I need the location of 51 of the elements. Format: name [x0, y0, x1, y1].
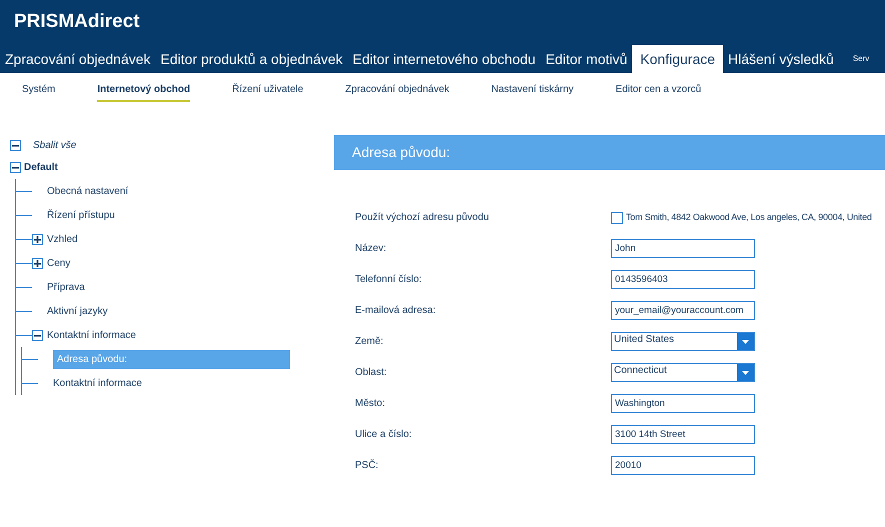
tree-item[interactable]: Aktivní jazyky: [47, 304, 108, 318]
caret-icon: [737, 364, 754, 381]
sub-tab[interactable]: Editor cen a vzorců: [616, 82, 702, 102]
checkbox[interactable]: [611, 212, 623, 224]
tree-item[interactable]: Vzhled: [47, 232, 78, 246]
input-field[interactable]: your_email@youraccount.com: [611, 301, 755, 320]
nav-tab[interactable]: Editor internetového obchodu: [348, 45, 541, 73]
field-label: Země:: [355, 335, 384, 349]
nav-tab[interactable]: Zpracování objednávek: [0, 45, 156, 73]
field-label: Oblast:: [355, 366, 388, 380]
nav-tab[interactable]: Editor produktů a objednávek: [156, 45, 348, 73]
expand-icon[interactable]: [32, 258, 43, 268]
field-label: PSČ:: [355, 458, 380, 473]
sub-tab[interactable]: Řízení uživatele: [232, 82, 304, 102]
collapse-icon[interactable]: [32, 330, 43, 340]
input-field[interactable]: 3100 14th Street: [611, 425, 755, 444]
nav-tab[interactable]: Editor motivů: [540, 45, 632, 73]
field-label: Použít výchozí adresu původu: [355, 211, 490, 225]
field-label: E-mailová adresa:: [355, 304, 437, 318]
tree-item[interactable]: Ceny: [47, 256, 70, 270]
dropdown[interactable]: United States: [611, 332, 755, 351]
tree-item[interactable]: Řízení přístupu: [47, 208, 115, 222]
nav-tab[interactable]: Serv: [838, 45, 872, 73]
collapse-icon[interactable]: [10, 162, 21, 172]
input-field[interactable]: John: [611, 239, 755, 258]
tree-item[interactable]: Kontaktní informace: [53, 376, 142, 390]
input-field[interactable]: Washington: [611, 394, 755, 413]
sub-tab[interactable]: Nastavení tiskárny: [491, 82, 574, 102]
nav-tab[interactable]: Hlášení výsledků: [723, 45, 839, 73]
tree-item[interactable]: Kontaktní informace: [47, 328, 136, 342]
input-field[interactable]: 20010: [611, 456, 755, 475]
sub-tab[interactable]: Internetový obchod: [97, 82, 190, 102]
field-label: Ulice a číslo:: [355, 428, 413, 442]
input-field[interactable]: 0143596403: [611, 270, 755, 289]
tree-item[interactable]: Obecná nastavení: [47, 184, 128, 198]
field-label: Telefonní číslo:: [355, 273, 423, 287]
expand-icon[interactable]: [32, 234, 43, 244]
field-label: Město:: [355, 397, 386, 411]
tree-item[interactable]: Default: [24, 160, 58, 174]
tree-item[interactable]: Příprava: [47, 280, 85, 294]
collapse-all-link[interactable]: Sbalit vše: [33, 138, 76, 152]
caret-icon: [737, 333, 754, 350]
field-label: Název:: [355, 242, 388, 256]
dropdown[interactable]: Connecticut: [611, 363, 755, 382]
collapse-icon[interactable]: [10, 140, 21, 150]
panel-title: Adresa původu:: [352, 143, 450, 162]
nav-tab[interactable]: Konfigurace: [632, 45, 724, 73]
sub-tab[interactable]: Systém: [22, 82, 56, 102]
app-logo: PRISMAdirect: [14, 10, 140, 34]
sub-tab[interactable]: Zpracování objednávek: [345, 82, 450, 102]
default-address-text: Tom Smith, 4842 Oakwood Ave, Los angeles, CA, 90004, United: [626, 210, 872, 224]
